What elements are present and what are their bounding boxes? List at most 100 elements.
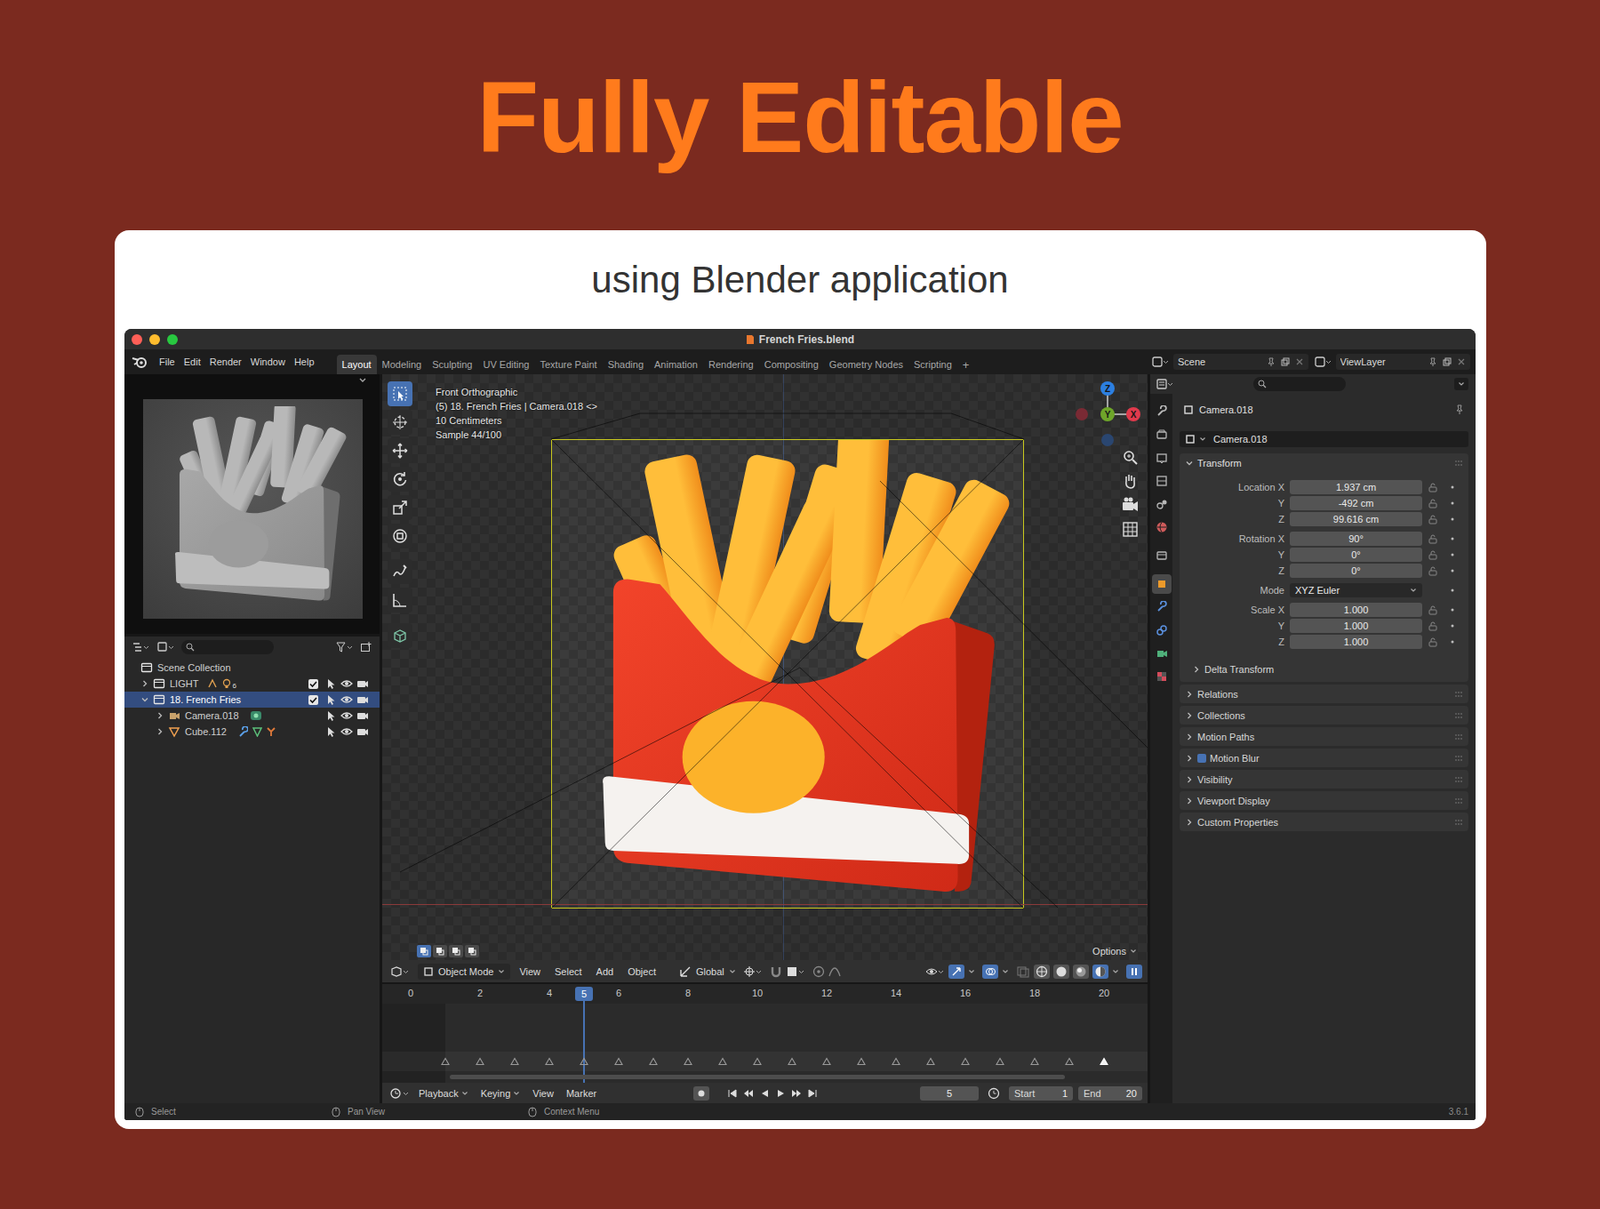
property-panel[interactable]: Custom Properties bbox=[1179, 812, 1469, 832]
outliner-row[interactable]: 18. French Fries bbox=[124, 691, 380, 708]
close-button[interactable] bbox=[131, 334, 143, 345]
properties-tab[interactable] bbox=[1152, 574, 1172, 594]
number-field[interactable]: 90° bbox=[1289, 531, 1423, 546]
pin-icon[interactable] bbox=[1266, 357, 1276, 367]
transport-icon[interactable] bbox=[791, 1088, 802, 1099]
workspace-tab[interactable]: Modeling bbox=[376, 354, 428, 375]
chevron-icon[interactable] bbox=[155, 727, 165, 736]
xray-icon[interactable] bbox=[1016, 965, 1031, 978]
number-field[interactable]: 0° bbox=[1289, 563, 1423, 578]
number-field[interactable]: 1.000 bbox=[1289, 618, 1423, 633]
chevron-icon[interactable] bbox=[140, 695, 150, 704]
timeline-menu[interactable]: Marker bbox=[561, 1088, 601, 1099]
zoom-button[interactable] bbox=[167, 334, 178, 345]
chevron-icon[interactable] bbox=[1184, 711, 1194, 720]
pause-preview-button[interactable] bbox=[1126, 964, 1143, 979]
keyframe[interactable] bbox=[752, 1056, 762, 1066]
chevron-icon[interactable] bbox=[140, 679, 150, 688]
tool-button[interactable] bbox=[387, 438, 413, 464]
view-layer-selector-field[interactable]: ViewLayer bbox=[1336, 353, 1472, 370]
keyframe-dot-icon[interactable] bbox=[1448, 499, 1456, 507]
drag-handle-icon[interactable] bbox=[1454, 775, 1464, 784]
tool-button[interactable] bbox=[387, 623, 413, 648]
keyframe[interactable] bbox=[995, 1056, 1005, 1066]
keyframe-dot-icon[interactable] bbox=[1448, 638, 1456, 646]
number-field[interactable]: 99.616 cm bbox=[1289, 512, 1423, 527]
orientation-dropdown[interactable]: Global bbox=[675, 963, 740, 980]
viewport-menu[interactable]: Object bbox=[622, 966, 662, 977]
workspace-tab[interactable]: UV Editing bbox=[477, 354, 535, 375]
lock-icon[interactable] bbox=[1427, 604, 1439, 616]
keyframe[interactable] bbox=[822, 1056, 832, 1066]
outliner-search[interactable] bbox=[181, 640, 274, 655]
property-panel[interactable]: Collections bbox=[1179, 705, 1469, 725]
camera-data-icon[interactable] bbox=[249, 709, 263, 722]
properties-tab[interactable] bbox=[1152, 666, 1172, 687]
transport-icon[interactable] bbox=[807, 1088, 818, 1099]
select-mode-button[interactable] bbox=[432, 944, 448, 958]
lock-icon[interactable] bbox=[1427, 513, 1439, 525]
tool-button[interactable] bbox=[387, 495, 413, 520]
drag-handle-icon[interactable] bbox=[1454, 711, 1464, 720]
proportional-icon[interactable] bbox=[812, 965, 825, 978]
chevron-icon[interactable] bbox=[1184, 732, 1194, 742]
mode-dropdown[interactable]: Object Mode bbox=[417, 963, 511, 980]
pin-icon[interactable] bbox=[1428, 357, 1438, 367]
eye-icon[interactable] bbox=[340, 678, 353, 689]
properties-tab[interactable] bbox=[1152, 494, 1172, 514]
menu-item[interactable]: Render bbox=[205, 354, 247, 369]
render-camera-icon[interactable] bbox=[356, 694, 369, 705]
panel-checkbox[interactable] bbox=[1197, 753, 1207, 763]
scene-selector-type-icon[interactable] bbox=[1151, 354, 1171, 369]
falloff-icon[interactable] bbox=[828, 965, 841, 978]
lock-icon[interactable] bbox=[1427, 636, 1439, 648]
lock-icon[interactable] bbox=[1427, 565, 1439, 576]
eye-icon[interactable] bbox=[340, 726, 353, 737]
number-field[interactable]: -492 cm bbox=[1289, 496, 1423, 511]
keyframe[interactable] bbox=[683, 1056, 693, 1066]
axis-button[interactable]: Z bbox=[1100, 381, 1115, 396]
timeline-menu[interactable]: Playback bbox=[414, 1088, 473, 1099]
navigation-gizmo[interactable]: ZYX bbox=[1072, 378, 1144, 450]
chevron-icon[interactable] bbox=[1184, 753, 1194, 763]
property-panel[interactable]: Relations bbox=[1179, 684, 1469, 704]
keyframe[interactable] bbox=[475, 1056, 485, 1066]
chevron-icon[interactable] bbox=[1184, 817, 1194, 827]
timeline[interactable]: 024681012141618205 bbox=[382, 984, 1148, 1083]
workspace-tab[interactable]: Sculpting bbox=[426, 354, 478, 375]
lock-icon[interactable] bbox=[1427, 481, 1439, 493]
property-panel[interactable]: Motion Paths bbox=[1179, 727, 1469, 746]
lock-icon[interactable] bbox=[1427, 620, 1439, 632]
modifier-icon[interactable] bbox=[237, 726, 248, 737]
properties-options[interactable] bbox=[1454, 377, 1469, 391]
keyframe[interactable] bbox=[648, 1056, 658, 1066]
lock-icon[interactable] bbox=[1427, 533, 1439, 544]
drag-handle-icon[interactable] bbox=[1454, 753, 1464, 763]
minimize-button[interactable] bbox=[149, 334, 160, 345]
gizmo-toggle[interactable] bbox=[948, 964, 965, 979]
filter-icon[interactable] bbox=[335, 640, 355, 654]
image-editor-menu-icon[interactable] bbox=[358, 376, 368, 384]
outliner-row[interactable]: Camera.018 bbox=[124, 707, 380, 724]
menu-item[interactable]: Window bbox=[246, 354, 290, 369]
transport-icon[interactable] bbox=[727, 1088, 738, 1099]
keyframe[interactable] bbox=[1099, 1056, 1109, 1066]
timeline-menu[interactable]: Keying bbox=[476, 1088, 526, 1099]
lock-icon[interactable] bbox=[1427, 497, 1439, 509]
properties-tab[interactable] bbox=[1152, 620, 1172, 640]
timeline-menu[interactable]: View bbox=[528, 1088, 559, 1099]
keyframe[interactable] bbox=[544, 1056, 554, 1066]
eye-icon[interactable] bbox=[340, 710, 353, 721]
keyframe[interactable] bbox=[440, 1056, 450, 1066]
workspace-tab[interactable]: Scripting bbox=[908, 354, 958, 375]
exclude-checkbox[interactable] bbox=[308, 679, 319, 689]
tool-button[interactable] bbox=[387, 466, 413, 492]
select-mode-button[interactable] bbox=[464, 944, 480, 958]
shading-button[interactable] bbox=[1033, 964, 1050, 979]
select-mode-button[interactable] bbox=[448, 944, 464, 958]
close-icon[interactable] bbox=[1456, 357, 1466, 367]
tool-button[interactable] bbox=[387, 559, 413, 584]
display-mode-icon[interactable] bbox=[156, 640, 176, 654]
workspace-tab[interactable]: Shading bbox=[602, 354, 649, 375]
drag-handle-icon[interactable] bbox=[1454, 458, 1464, 468]
